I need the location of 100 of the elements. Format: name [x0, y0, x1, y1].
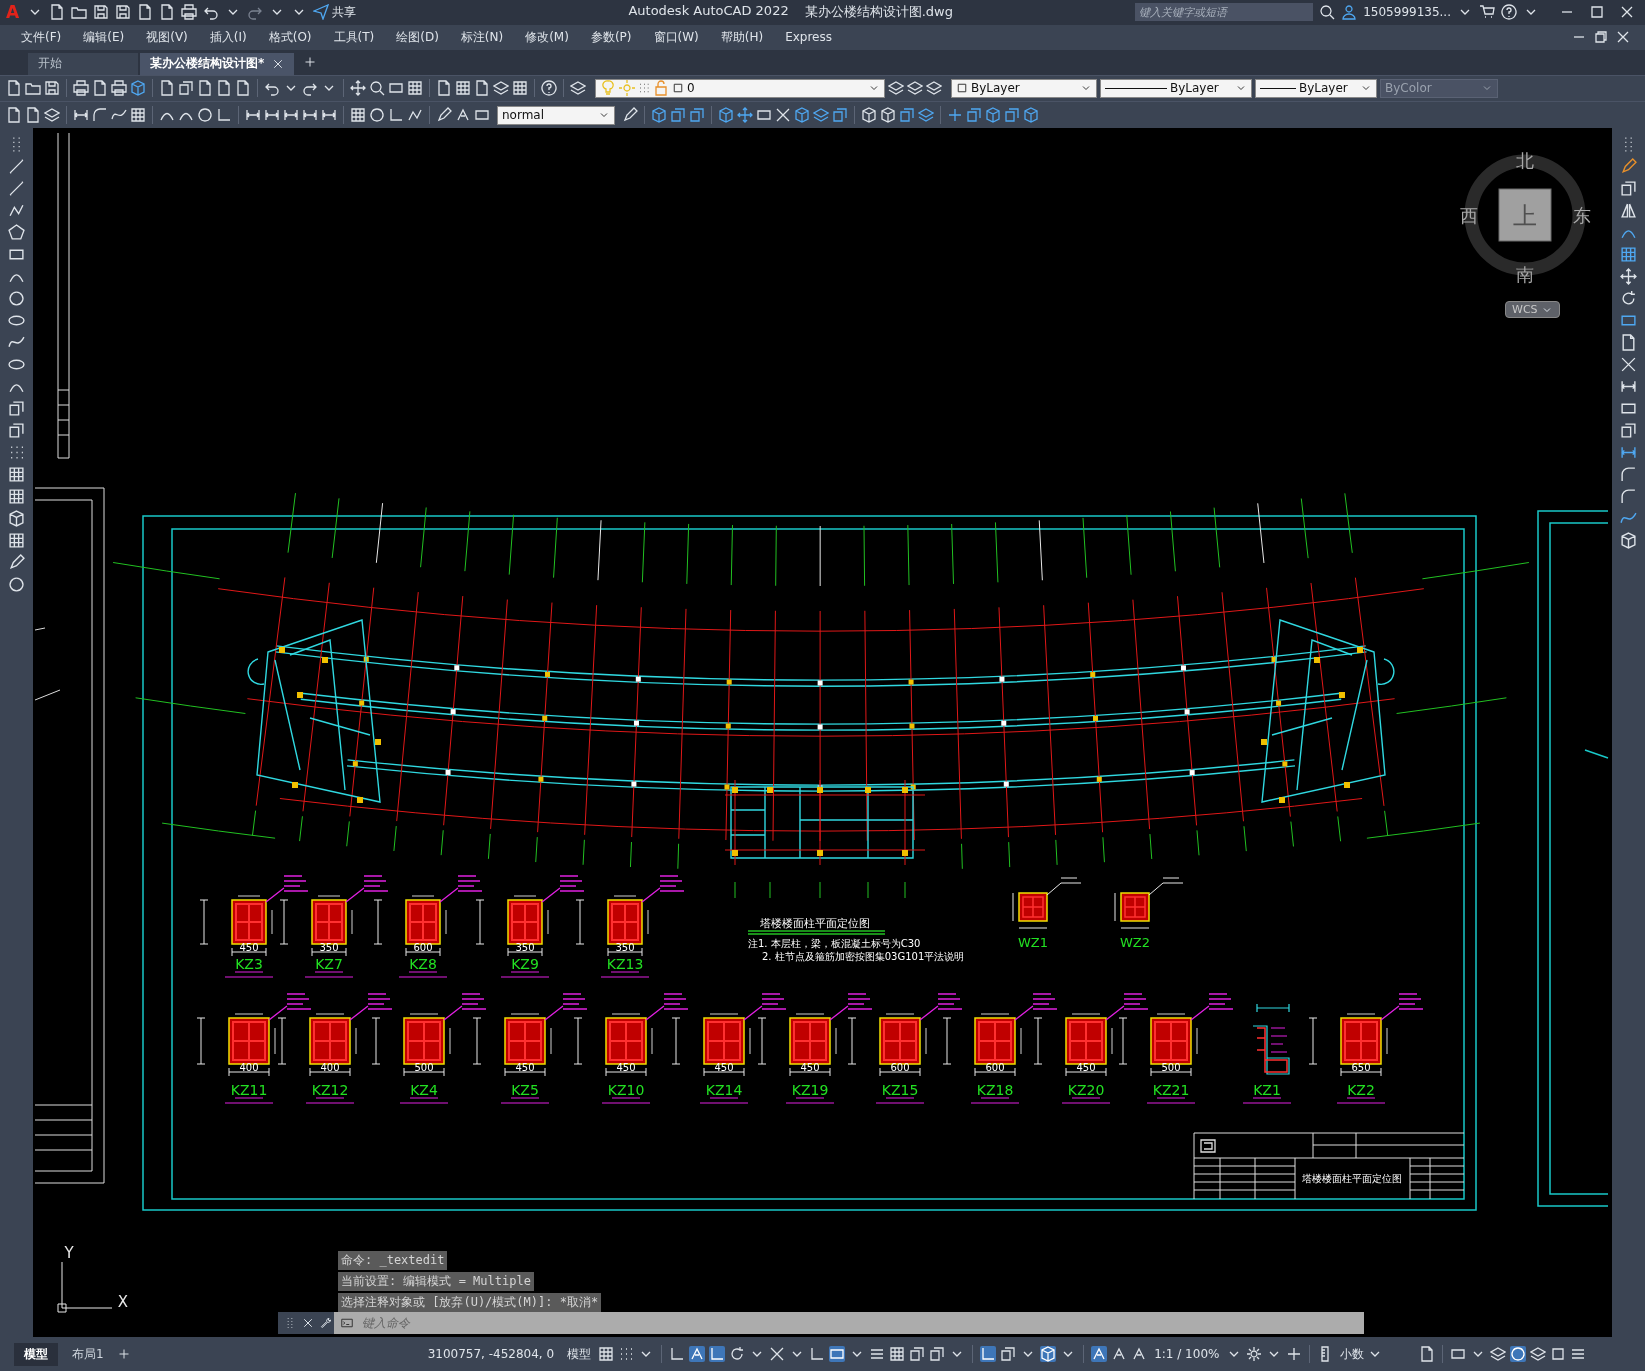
grid-icon[interactable]: [130, 107, 146, 124]
plus-icon[interactable]: [117, 1348, 130, 1361]
corner-icon[interactable]: [1620, 466, 1637, 484]
annotation-scale-button[interactable]: 1:1 / 100%: [1151, 1345, 1223, 1364]
document-icon[interactable]: [216, 80, 232, 97]
copy-icon[interactable]: [8, 400, 25, 418]
document-icon[interactable]: [159, 4, 176, 21]
angle-icon[interactable]: [216, 107, 232, 124]
color-dropdown[interactable]: ByLayer: [951, 78, 1097, 98]
copy-icon[interactable]: [929, 1346, 946, 1363]
search-icon[interactable]: [1319, 4, 1336, 21]
cross-icon[interactable]: [1620, 356, 1637, 374]
units-dropdown[interactable]: 小数: [1337, 1343, 1416, 1365]
document-icon[interactable]: [1419, 1346, 1436, 1363]
close-icon[interactable]: [272, 57, 285, 70]
copy-icon[interactable]: [909, 1346, 926, 1363]
folder-icon[interactable]: [71, 4, 88, 21]
angle-icon[interactable]: [980, 1346, 997, 1363]
line-icon[interactable]: [8, 158, 25, 176]
grid-icon[interactable]: [8, 466, 25, 484]
mirror-icon[interactable]: [1620, 202, 1637, 220]
angle-icon[interactable]: [669, 1346, 686, 1363]
menu-item[interactable]: 帮助(H): [709, 28, 775, 46]
lineweight-dropdown[interactable]: ByLayer: [1255, 78, 1377, 98]
plus-icon[interactable]: [304, 56, 317, 69]
file-tab[interactable]: 开始: [28, 52, 138, 75]
document-icon[interactable]: [436, 80, 452, 97]
terminal-icon[interactable]: [334, 1312, 358, 1335]
rotate-icon[interactable]: [729, 1346, 746, 1363]
share-button[interactable]: 共享: [313, 3, 357, 21]
menu-item[interactable]: 修改(M): [514, 28, 580, 46]
user-icon[interactable]: [1341, 4, 1358, 21]
file-tab[interactable]: 某办公楼结构设计图*: [140, 52, 295, 75]
cross-icon[interactable]: [775, 107, 791, 124]
menu-item[interactable]: 格式(O): [257, 28, 323, 46]
pencil-icon[interactable]: [622, 107, 638, 124]
layers-icon[interactable]: [1490, 1346, 1507, 1363]
settings-icon[interactable]: [1246, 1346, 1263, 1363]
search-field[interactable]: 键入关键字或短语: [1135, 3, 1314, 22]
grid-icon[interactable]: [407, 80, 423, 97]
document-icon[interactable]: [137, 4, 154, 21]
copy-icon[interactable]: [1620, 422, 1637, 440]
help-icon[interactable]: [541, 80, 557, 97]
polygon-icon[interactable]: [8, 224, 25, 242]
pencil-icon[interactable]: [436, 107, 452, 124]
menu-item[interactable]: 参数(P): [579, 28, 643, 46]
document-icon[interactable]: [92, 80, 108, 97]
corner-icon[interactable]: [1620, 488, 1637, 506]
close-icon[interactable]: [302, 1317, 314, 1330]
grid-icon[interactable]: [455, 80, 471, 97]
cube-icon[interactable]: [1040, 1346, 1057, 1363]
document-icon[interactable]: [25, 107, 41, 124]
model-space-button[interactable]: 模型: [564, 1343, 595, 1365]
line-icon[interactable]: [8, 180, 25, 198]
help-icon[interactable]: [1501, 4, 1517, 21]
text-style-dropdown[interactable]: normal: [497, 105, 615, 125]
folder-icon[interactable]: [25, 80, 41, 97]
pencil-icon[interactable]: [8, 554, 25, 572]
document-icon[interactable]: [159, 80, 175, 97]
rotate-icon[interactable]: [1620, 290, 1637, 308]
grid-icon[interactable]: [889, 1346, 906, 1363]
menu-item[interactable]: 绘图(D): [385, 28, 450, 46]
document-icon[interactable]: [49, 4, 66, 21]
rectangle-icon[interactable]: [829, 1346, 846, 1363]
menu-item[interactable]: Express: [774, 30, 843, 45]
command-input-field[interactable]: 键入命令: [358, 1312, 1364, 1335]
layers-icon[interactable]: [813, 107, 829, 124]
document-icon[interactable]: [197, 80, 213, 97]
menu-item[interactable]: 工具(T): [322, 28, 386, 46]
grid-icon[interactable]: [8, 488, 25, 506]
angle-icon[interactable]: [388, 107, 404, 124]
document-icon[interactable]: [6, 107, 22, 124]
copy-icon[interactable]: [178, 80, 194, 97]
search-icon[interactable]: [369, 80, 385, 97]
grid-icon[interactable]: [598, 1346, 615, 1363]
coordinate-system-button[interactable]: WCS: [1505, 301, 1560, 319]
document-icon[interactable]: [235, 80, 251, 97]
pencil-icon[interactable]: [1620, 158, 1637, 176]
printer-icon[interactable]: [181, 4, 198, 21]
grid-icon[interactable]: [8, 532, 25, 550]
linetype-dropdown[interactable]: ByLayer: [1100, 78, 1252, 98]
cross-icon[interactable]: [769, 1346, 786, 1363]
corner-icon[interactable]: [92, 107, 108, 124]
grid-icon[interactable]: [1620, 246, 1637, 264]
move-icon[interactable]: [737, 107, 753, 124]
layers-icon[interactable]: [1530, 1346, 1547, 1363]
grid-icon[interactable]: [512, 80, 528, 97]
layout-tab[interactable]: 模型: [14, 1342, 58, 1366]
menu-item[interactable]: 窗口(W): [642, 28, 710, 46]
printer-icon[interactable]: [111, 80, 127, 97]
document-icon[interactable]: [1620, 334, 1637, 352]
plus-icon[interactable]: [1286, 1346, 1303, 1363]
menu-item[interactable]: 文件(F): [10, 28, 73, 46]
layer-dropdown[interactable]: 0: [595, 78, 885, 98]
document-icon[interactable]: [6, 80, 22, 97]
maximize-icon[interactable]: [1550, 1346, 1567, 1363]
cart-icon[interactable]: [1479, 4, 1495, 21]
copy-icon[interactable]: [8, 422, 25, 440]
user-name[interactable]: 1505999135...: [1363, 5, 1451, 20]
dot-grid-icon[interactable]: [618, 1346, 635, 1363]
